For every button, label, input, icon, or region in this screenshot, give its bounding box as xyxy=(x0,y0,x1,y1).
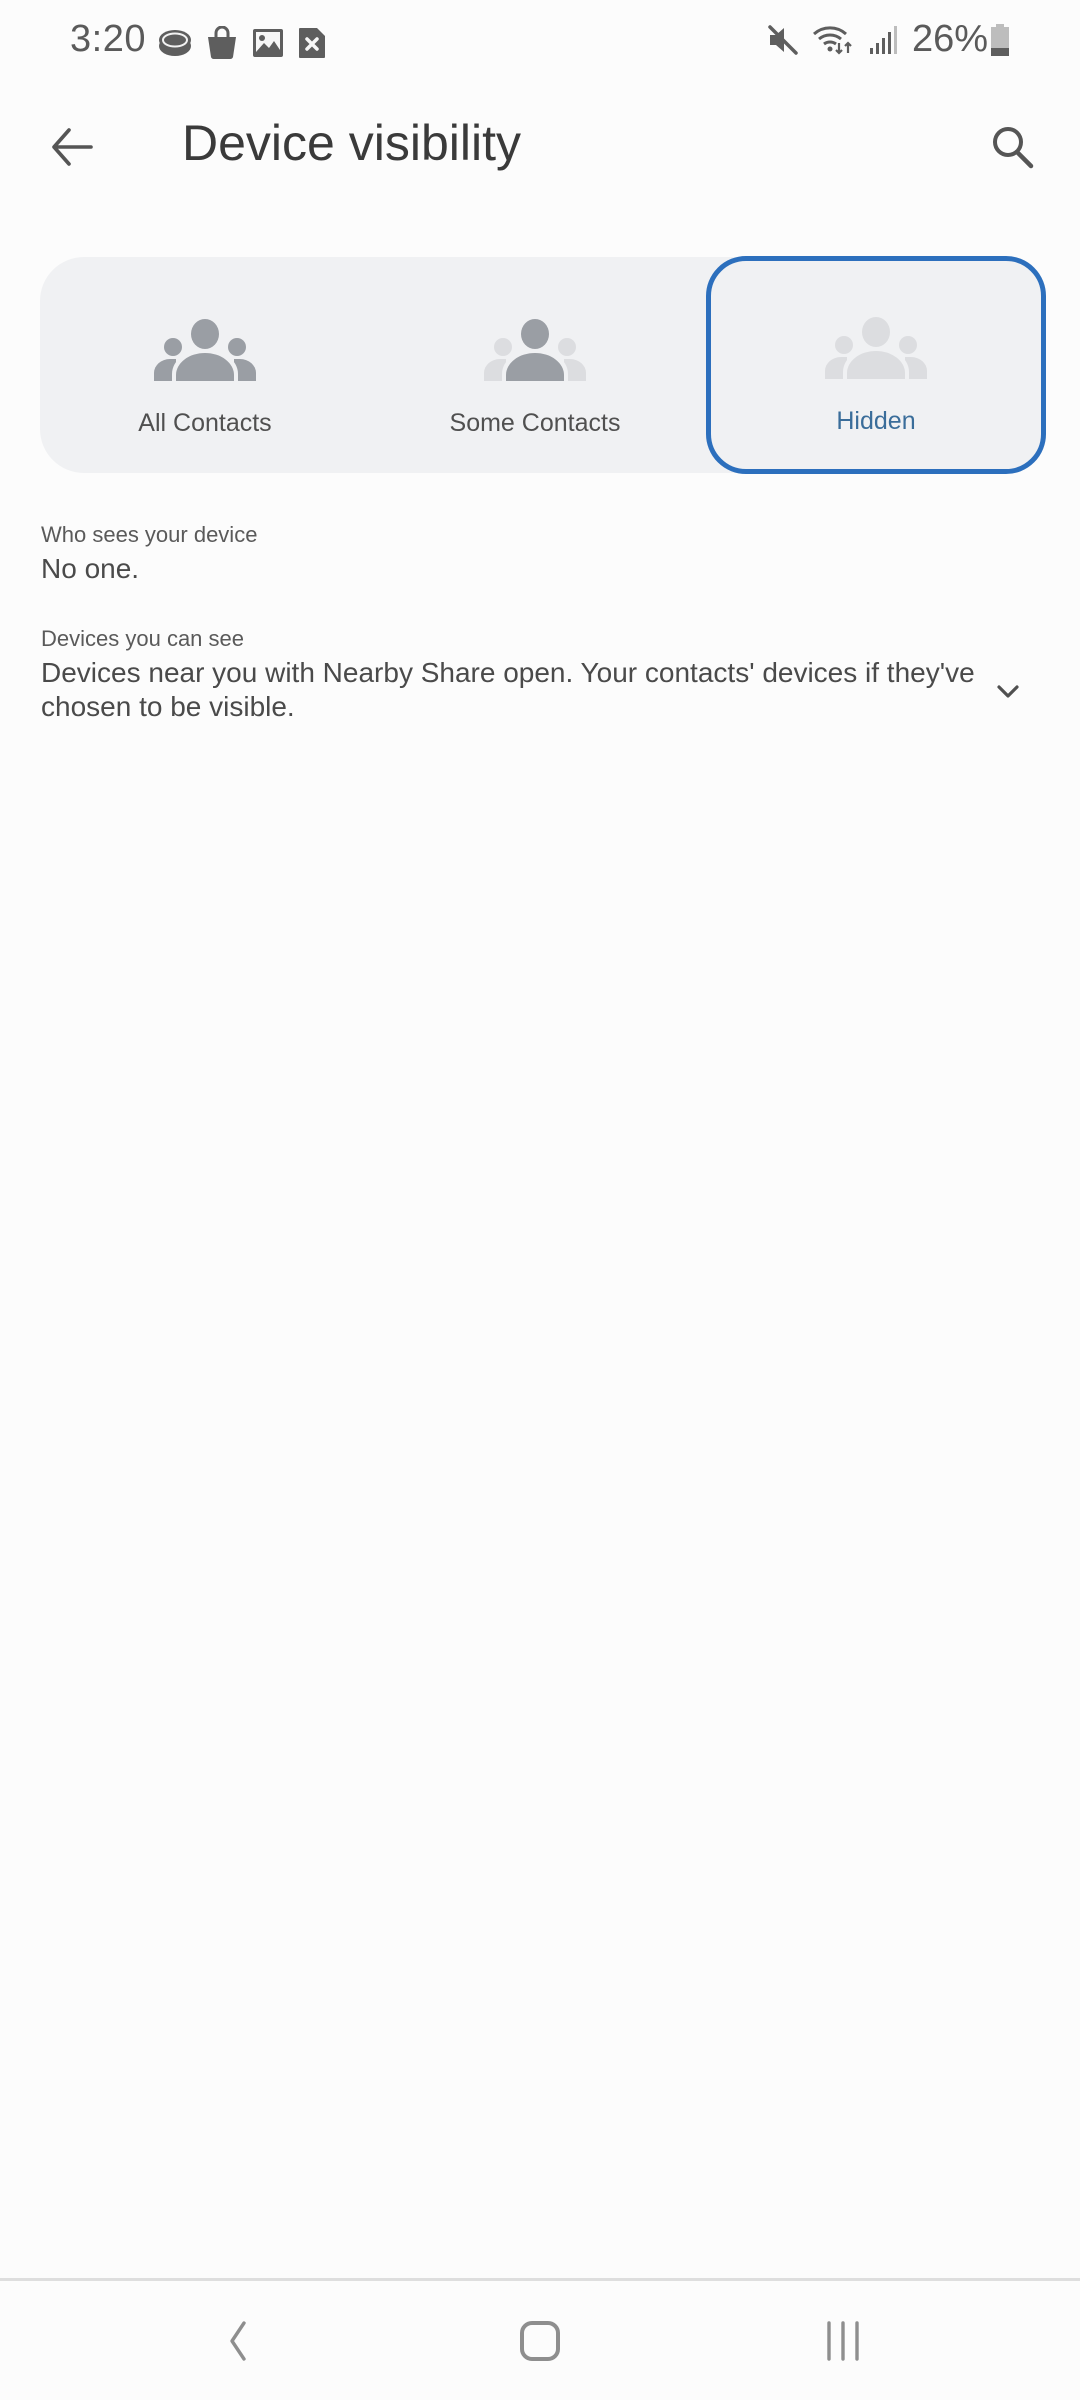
notification-icons xyxy=(158,26,326,60)
people-partial-icon xyxy=(484,319,586,381)
option-label: All Contacts xyxy=(138,409,272,437)
who-sees-value: No one. xyxy=(41,553,140,584)
mute-icon xyxy=(768,24,798,55)
chevron-down-icon xyxy=(997,685,1019,698)
devices-you-see-value: Devices near you with Nearby Share open.… xyxy=(41,657,975,722)
who-sees-label: Who sees your device xyxy=(41,522,258,547)
page-title: Device visibility xyxy=(182,115,521,171)
nav-home-icon xyxy=(520,2321,560,2361)
option-label: Hidden xyxy=(836,407,916,435)
expand-button[interactable] xyxy=(992,676,1024,708)
sim-error-icon xyxy=(299,28,325,58)
shopping-bag-icon xyxy=(208,26,236,60)
people-hidden-icon xyxy=(825,317,927,379)
navigation-bar xyxy=(0,2281,1080,2400)
option-some-contacts[interactable]: Some Contacts xyxy=(370,257,700,473)
option-hidden[interactable]: Hidden xyxy=(706,256,1046,474)
nav-recents-button[interactable] xyxy=(793,2301,893,2381)
nav-home-button[interactable] xyxy=(490,2301,590,2381)
people-icon xyxy=(154,319,256,381)
devices-you-see-label: Devices you can see xyxy=(41,626,244,651)
status-time: 3:20 xyxy=(70,18,146,60)
nav-back-button[interactable] xyxy=(187,2301,287,2381)
search-button[interactable] xyxy=(980,114,1046,180)
battery-icon xyxy=(991,23,1009,56)
battery-percent: 26% xyxy=(911,18,988,60)
option-all-contacts[interactable]: All Contacts xyxy=(40,257,370,473)
nav-recents-icon xyxy=(827,2321,859,2361)
hockey-puck-notification-icon xyxy=(159,30,191,56)
nav-back-icon xyxy=(230,2321,246,2361)
back-button[interactable] xyxy=(38,114,104,180)
wifi-data-icon xyxy=(812,25,852,55)
image-icon xyxy=(253,29,283,57)
visibility-selector: All Contacts Some Contacts Hidden xyxy=(40,256,1046,474)
app-bar: Device visibility xyxy=(0,86,1080,206)
signal-icon xyxy=(869,25,897,54)
option-label: Some Contacts xyxy=(449,409,621,437)
search-icon xyxy=(993,127,1034,169)
arrow-back-icon xyxy=(52,128,93,166)
status-bar: 3:20 26% xyxy=(0,0,1080,86)
devices-you-see-section[interactable]: Devices you can see Devices near you wit… xyxy=(41,626,1001,724)
who-sees-section: Who sees your device No one. xyxy=(41,522,1001,586)
system-status-icons: 26% xyxy=(768,18,1010,61)
